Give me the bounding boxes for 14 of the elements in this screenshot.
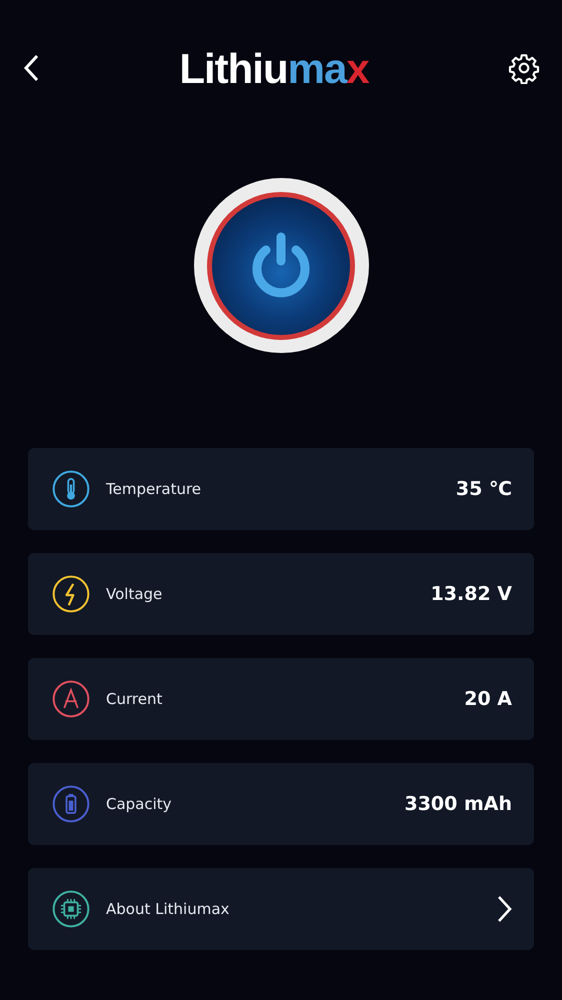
row-label: Capacity <box>106 794 172 815</box>
settings-button[interactable] <box>508 52 540 84</box>
back-button[interactable] <box>22 53 40 83</box>
reading-value: 3300 mAh <box>404 792 512 817</box>
about-row[interactable]: About Lithiumax <box>28 868 534 950</box>
row-label: Temperature <box>106 478 202 500</box>
reading-value: 20 A <box>464 686 512 712</box>
reading-value: 35 ℃ <box>456 476 512 502</box>
reading-value: 13.82 V <box>430 582 512 607</box>
chevron-icon <box>496 895 512 923</box>
row-label: Voltage <box>106 584 162 605</box>
logo: Lithiumax <box>179 44 369 94</box>
row-label: About Lithiumax <box>106 898 230 920</box>
row-label: Current <box>106 688 162 710</box>
